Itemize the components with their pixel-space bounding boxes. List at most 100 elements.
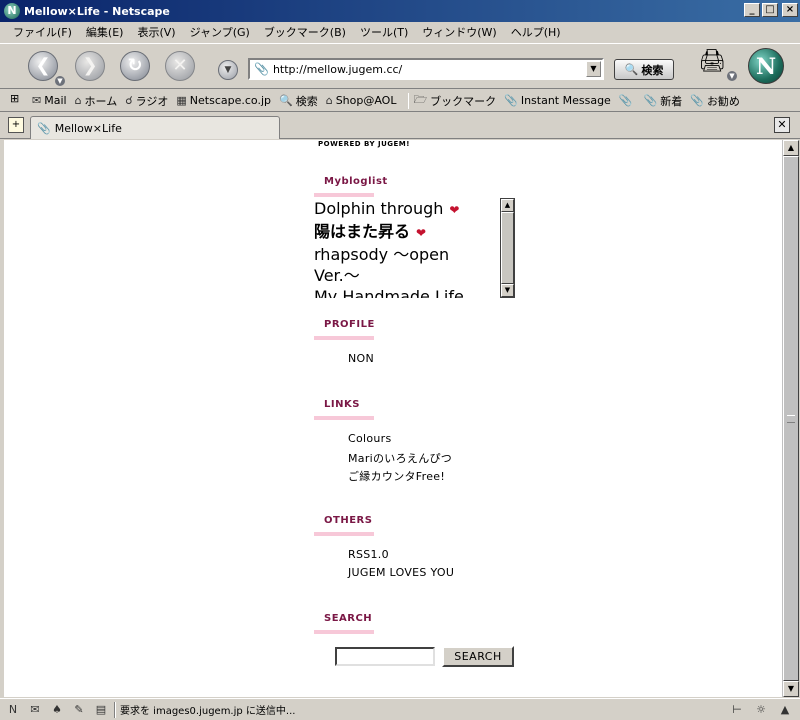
search-button-label: 検索	[641, 63, 664, 77]
bookmark-folder[interactable]: 🗁 ブックマーク	[413, 91, 496, 110]
bookmark-home[interactable]: ⌂ ホーム	[75, 93, 118, 109]
profile-name[interactable]: NON	[348, 352, 374, 365]
address-dropdown-icon[interactable]: ▼	[218, 60, 238, 80]
scroll-down-icon[interactable]: ▼	[501, 284, 514, 297]
page-icon: 📎	[254, 62, 269, 76]
tab-mellow-life[interactable]: 📎 Mellow×Life	[30, 116, 280, 139]
privacy-icon[interactable]: ☼	[752, 702, 770, 718]
bookmark-label: 新着	[660, 94, 683, 108]
back-button[interactable]: ❮	[28, 51, 58, 81]
scroll-down-icon[interactable]: ▼	[783, 681, 799, 697]
stop-button[interactable]: ✕	[165, 51, 195, 81]
bookmark-label: ラジオ	[135, 94, 169, 108]
search-input[interactable]	[335, 647, 435, 666]
mail-icon: ✉	[32, 94, 42, 107]
link-item[interactable]: Colours	[348, 432, 392, 445]
aim-icon[interactable]: ♠	[48, 702, 66, 718]
scroll-up-icon[interactable]: ▲	[783, 140, 799, 156]
menu-file[interactable]: ファイル(F)	[6, 24, 79, 40]
status-separator	[114, 701, 116, 718]
menu-edit[interactable]: 編集(E)	[79, 24, 131, 40]
url-dropdown-icon[interactable]: ▼	[586, 61, 601, 77]
menu-bar: ファイル(F) 編集(E) 表示(V) ジャンプ(G) ブックマーク(B) ツー…	[0, 22, 800, 42]
link-item[interactable]: Mariのいろえんぴつ	[348, 450, 452, 466]
menu-tools[interactable]: ツール(T)	[353, 24, 415, 40]
bookmark-recommended[interactable]: 📎 お勧め	[690, 93, 740, 109]
blog-link[interactable]: rhapsody 〜open Ver.〜	[314, 244, 494, 286]
bookmark-label: Netscape.co.jp	[189, 94, 271, 107]
search-heading: SEARCH	[314, 613, 374, 634]
others-item[interactable]: RSS1.0	[348, 548, 389, 561]
page-scrollbar[interactable]: ▲ ▼	[782, 140, 799, 697]
print-icon[interactable]: 🖨	[697, 49, 727, 75]
search-icon: 🔍	[279, 94, 293, 107]
lock-icon[interactable]: ▲	[776, 702, 794, 718]
my-icon: ▦	[176, 94, 187, 107]
bookmark-unnamed[interactable]: 📎	[619, 94, 636, 107]
netscape-app-icon[interactable]: N	[4, 3, 20, 19]
menu-help[interactable]: ヘルプ(H)	[504, 24, 568, 40]
browser-window: N Mellow×Life - Netscape _ □ × ファイル(F) 編…	[0, 0, 800, 720]
bookmark-shop[interactable]: ⌂ Shop@AOL	[326, 94, 397, 107]
menu-bookmarks[interactable]: ブックマーク(B)	[257, 24, 353, 40]
menu-go[interactable]: ジャンプ(G)	[183, 24, 257, 40]
bookmark-mail[interactable]: ✉ Mail	[32, 94, 67, 107]
composer-icon[interactable]: ✎	[70, 702, 88, 718]
bookmark-icon: 📎	[504, 94, 518, 107]
bloglist-scrollbar[interactable]: ▲ ▼	[500, 198, 515, 298]
bookmark-icon: 📎	[643, 94, 658, 107]
forward-button[interactable]: ❯	[75, 51, 105, 81]
print-dropdown-icon[interactable]: ▼	[727, 71, 737, 81]
address-bar[interactable]: 📎 ▼	[248, 58, 604, 80]
links-heading: LINKS	[314, 399, 374, 420]
menu-view[interactable]: 表示(V)	[130, 24, 182, 40]
blog-link[interactable]: 陽はまた昇る ❤	[314, 221, 514, 244]
bookmark-label: 検索	[295, 94, 318, 108]
scroll-grip-icon	[787, 415, 795, 423]
heart-icon: ❤	[416, 226, 427, 240]
bookmark-icon: 📎	[618, 94, 633, 107]
scroll-thumb[interactable]	[783, 156, 799, 681]
search-button[interactable]: 🔍 検索	[614, 59, 674, 80]
others-item[interactable]: JUGEM LOVES YOU	[348, 566, 454, 579]
maximize-button[interactable]: □	[762, 3, 778, 17]
toolbar-grip-icon[interactable]: ⊞	[10, 92, 32, 110]
netscape-logo[interactable]: N	[748, 48, 784, 84]
close-button[interactable]: ×	[782, 3, 798, 17]
navigator-icon[interactable]: N	[4, 702, 22, 718]
bookmark-radio[interactable]: ☌ ラジオ	[125, 93, 168, 109]
mail-icon[interactable]: ✉	[26, 702, 44, 718]
back-history-dropdown-icon[interactable]: ▼	[55, 76, 65, 86]
radio-icon: ☌	[125, 94, 133, 107]
page-icon: 📎	[37, 121, 51, 135]
close-tab-button[interactable]: ✕	[774, 117, 790, 133]
others-heading: OTHERS	[314, 515, 374, 536]
bookmark-search[interactable]: 🔍 検索	[279, 93, 318, 109]
menu-window[interactable]: ウィンドウ(W)	[415, 24, 503, 40]
url-input[interactable]	[272, 62, 586, 76]
page-content: POWERED BY JUGEM! Mybloglist Dolphin thr…	[4, 140, 782, 697]
home-icon: ⌂	[74, 94, 82, 107]
search-submit-button[interactable]: SEARCH	[442, 646, 514, 667]
bookmark-instant-message[interactable]: 📎 Instant Message	[504, 94, 611, 107]
tab-label: Mellow×Life	[54, 121, 122, 135]
bookmark-label: ホーム	[84, 94, 118, 108]
link-item[interactable]: ご縁カウンタFree!	[348, 468, 445, 484]
toolbar-separator	[408, 92, 410, 109]
bookmark-new[interactable]: 📎 新着	[644, 93, 683, 109]
scroll-up-icon[interactable]: ▲	[501, 199, 514, 212]
address-book-icon[interactable]: ▤	[92, 702, 110, 718]
new-tab-icon[interactable]: +	[8, 117, 24, 133]
shop-icon: ⌂	[325, 94, 333, 107]
blog-link[interactable]: My Handmade Life	[314, 286, 514, 298]
mybloglist: Dolphin through ❤ 陽はまた昇る ❤ rhapsody 〜open …	[314, 198, 514, 298]
reload-button[interactable]: ↻	[120, 51, 150, 81]
blog-link[interactable]: Dolphin through ❤	[314, 198, 514, 221]
window-title: Mellow×Life - Netscape	[24, 4, 170, 18]
personal-toolbar: ⊞ ✉ Mail ⌂ ホーム ☌ ラジオ ▦ Netscape.co.jp 🔍 検索 ⌂ S…	[0, 90, 800, 112]
scroll-thumb[interactable]	[501, 212, 514, 284]
powered-by-label[interactable]: POWERED BY JUGEM!	[318, 140, 410, 148]
status-text: 要求を images0.jugem.jp に送信中...	[120, 706, 296, 717]
minimize-button[interactable]: _	[744, 3, 760, 17]
bookmark-netscape[interactable]: ▦ Netscape.co.jp	[176, 94, 271, 107]
